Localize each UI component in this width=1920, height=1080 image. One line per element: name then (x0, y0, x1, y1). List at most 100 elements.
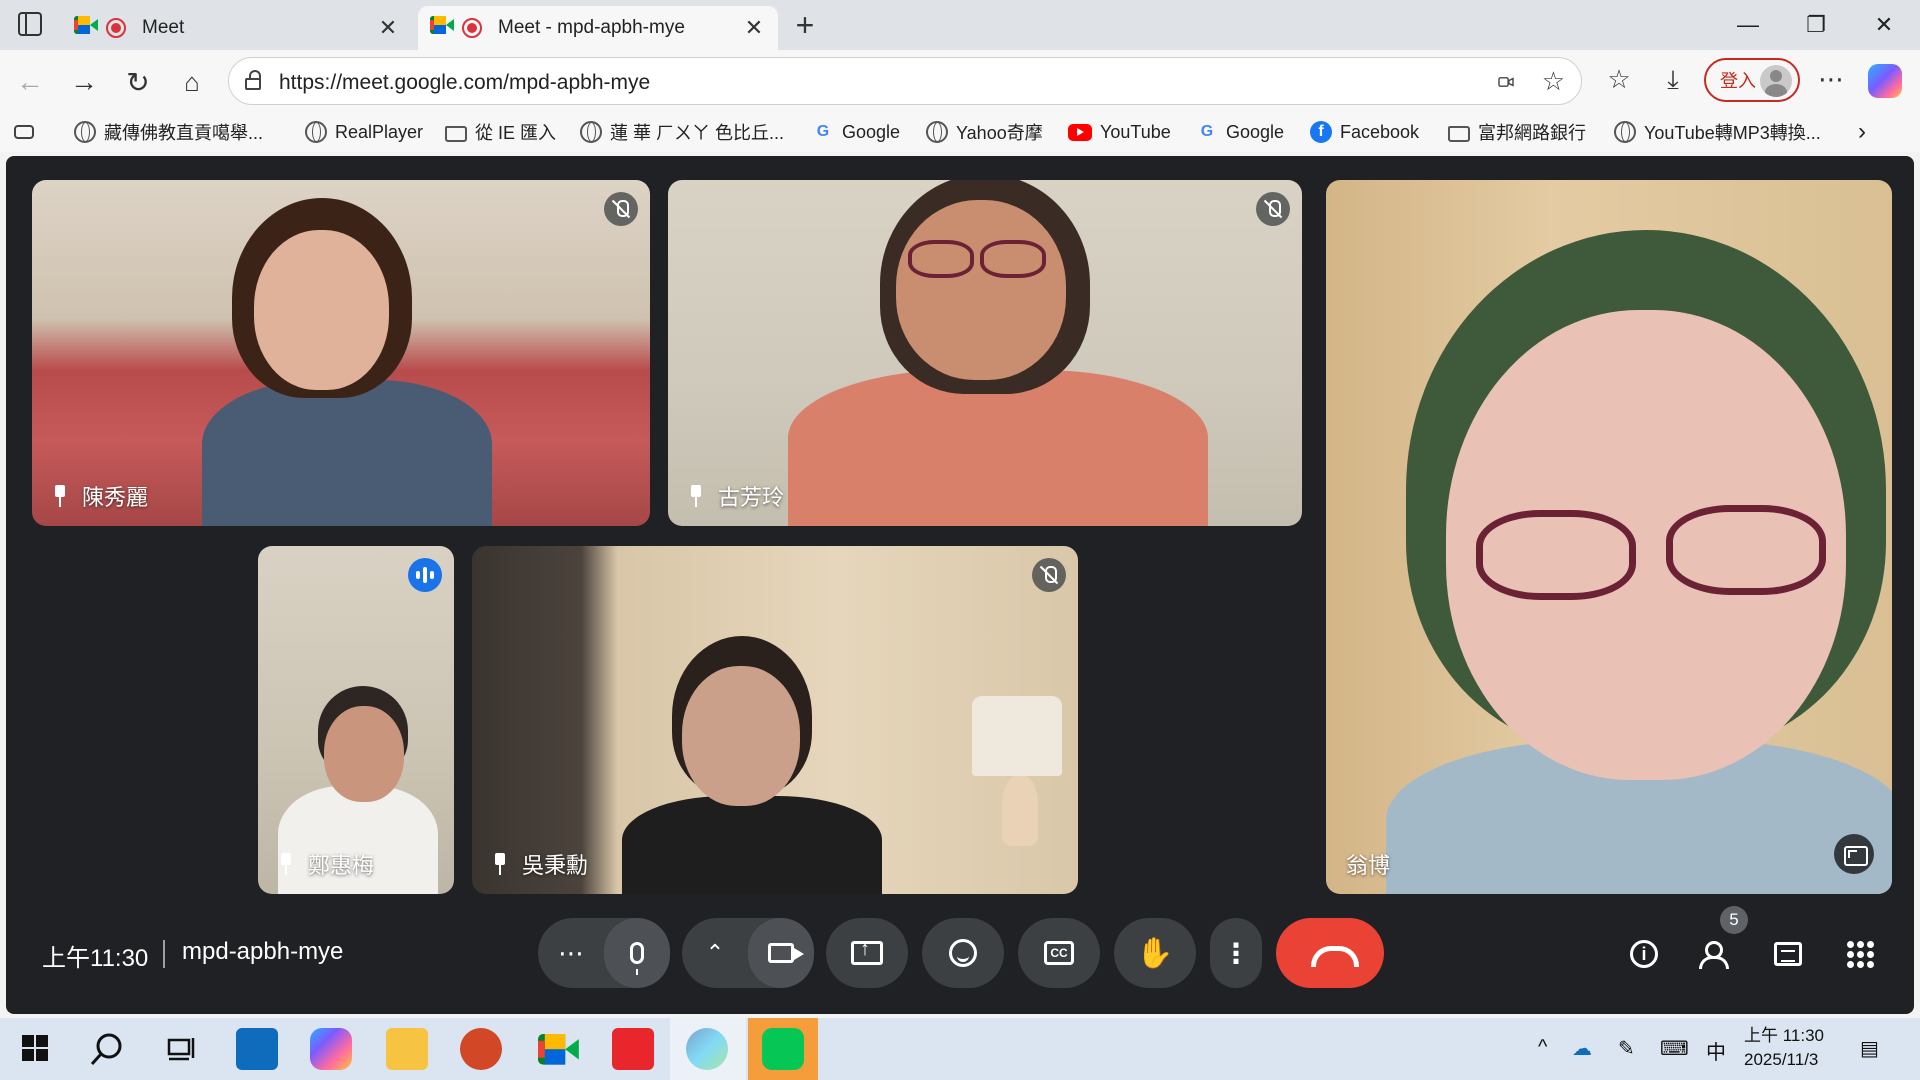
pin-icon[interactable] (52, 485, 68, 507)
bookmark-item[interactable]: G Google (1196, 118, 1284, 146)
lock-icon[interactable] (245, 70, 261, 90)
meeting-info-button[interactable]: i (1620, 930, 1668, 978)
address-bar[interactable]: https://meet.google.com/mpd-apbh-mye ☆ (228, 57, 1582, 105)
onedrive-icon[interactable]: ☁ (1572, 1036, 1592, 1061)
notifications-icon[interactable]: ▤ (1860, 1036, 1879, 1061)
more-options-button[interactable]: ⋮ (1210, 918, 1262, 988)
reactions-button[interactable] (922, 918, 1004, 988)
copilot-taskbar-icon[interactable] (310, 1028, 352, 1070)
google-meet-taskbar-icon[interactable] (536, 1028, 579, 1070)
raise-hand-icon: ✋ (1136, 936, 1174, 970)
close-tab-icon[interactable]: ✕ (742, 15, 766, 41)
refresh-button[interactable]: ↻ (118, 62, 158, 102)
pen-icon[interactable]: ✎ (1618, 1036, 1635, 1061)
globe-icon (580, 121, 602, 143)
back-button[interactable]: ← (10, 62, 50, 102)
meeting-code: mpd-apbh-mye (182, 938, 344, 965)
minimize-button[interactable]: — (1718, 8, 1778, 42)
bookmark-label: Facebook (1340, 121, 1420, 142)
participant-name: 鄭惠梅 (278, 848, 374, 880)
restore-button[interactable]: ❐ (1786, 8, 1846, 42)
video-options-button[interactable]: ⌃ (682, 918, 748, 988)
participant-tile[interactable]: 鄭惠梅 (258, 546, 454, 894)
audio-options-button[interactable]: ⋯ (538, 918, 604, 988)
globe-icon (74, 121, 96, 143)
bookmark-label: RealPlayer (335, 121, 424, 142)
camera-button[interactable] (748, 918, 814, 988)
keyboard-icon[interactable]: ⌨ (1660, 1036, 1689, 1061)
bookmark-item[interactable]: YouTube轉MP3轉換... (1614, 118, 1821, 146)
bookmark-item[interactable]: Yahoo奇摩 (926, 118, 1043, 146)
bookmark-folder[interactable]: 富邦網路銀行 (1448, 118, 1586, 146)
bookmark-item[interactable]: YouTube (1068, 118, 1171, 146)
bookmarks-overflow-chevron-icon[interactable]: › (1858, 118, 1866, 146)
favorite-star-icon[interactable]: ☆ (1542, 66, 1565, 97)
outlook-icon[interactable] (236, 1028, 278, 1070)
home-button[interactable]: ⌂ (172, 62, 212, 102)
fullscreen-icon[interactable] (1834, 834, 1874, 874)
powerpoint-icon[interactable] (460, 1028, 502, 1070)
camera-in-use-icon[interactable] (1495, 72, 1517, 92)
url-text[interactable]: https://meet.google.com/mpd-apbh-mye (279, 71, 650, 95)
search-icon[interactable] (86, 1028, 128, 1070)
bookmark-label: 藏傳佛教直貢噶舉... (104, 123, 264, 143)
captions-button[interactable]: CC (1018, 918, 1100, 988)
tab-meet[interactable]: Meet ✕ (62, 6, 412, 50)
pin-icon[interactable] (688, 485, 704, 507)
downloads-icon[interactable]: ⤓ (1656, 64, 1690, 96)
taskbar-clock[interactable]: 上午 11:30 2025/11/3 (1744, 1024, 1824, 1072)
more-vert-icon: ⋮ (1222, 937, 1250, 969)
tab-meet-active[interactable]: Meet - mpd-apbh-mye ✕ (418, 6, 778, 50)
bookmark-folder[interactable]: 從 IE 匯入 (445, 118, 556, 146)
close-tab-icon[interactable]: ✕ (376, 15, 400, 41)
people-button[interactable] (1692, 930, 1740, 978)
copilot-icon[interactable] (1868, 64, 1902, 98)
bookmark-item[interactable]: G Google (812, 118, 900, 146)
taskbar-date: 2025/11/3 (1744, 1050, 1819, 1069)
globe-icon (305, 121, 327, 143)
show-hidden-icons-chevron-icon[interactable]: ^ (1538, 1036, 1547, 1059)
participant-name-text: 吳秉勳 (522, 853, 589, 878)
more-menu-icon[interactable]: ⋯ (1814, 64, 1848, 95)
windows-start-icon[interactable] (22, 1035, 48, 1061)
activities-button[interactable] (1836, 930, 1884, 978)
pin-icon[interactable] (278, 853, 294, 875)
participant-name: 翁博 (1346, 848, 1390, 880)
bookmark-item[interactable]: 蓮 華 ㄏㄨㄚ 色比丘... (580, 118, 784, 146)
pin-icon[interactable] (492, 853, 508, 875)
file-explorer-icon[interactable] (386, 1028, 428, 1070)
present-button[interactable] (826, 918, 908, 988)
sidebar-toggle-icon[interactable] (18, 12, 42, 36)
microphone-button[interactable] (604, 918, 670, 988)
participant-tile[interactable]: 古芳玲 (668, 180, 1302, 526)
ime-indicator[interactable]: 中 (1706, 1036, 1726, 1065)
new-tab-button[interactable]: + (790, 8, 820, 42)
taskbar-time: 上午 11:30 (1744, 1026, 1825, 1045)
active-app-highlight (670, 1018, 746, 1080)
participant-count-badge: 5 (1720, 906, 1748, 934)
speaking-indicator-icon (408, 558, 442, 592)
participant-tile[interactable]: 翁博 (1326, 180, 1892, 894)
close-window-button[interactable]: ✕ (1854, 8, 1914, 42)
participant-tile[interactable]: 吳秉勳 (472, 546, 1078, 894)
bookmark-item[interactable]: RealPlayer (305, 118, 423, 146)
raise-hand-button[interactable]: ✋ (1114, 918, 1196, 988)
line-icon[interactable] (762, 1028, 804, 1070)
collections-icon[interactable] (14, 118, 42, 146)
wps-office-icon[interactable] (612, 1028, 654, 1070)
bookmark-item[interactable]: 藏傳佛教直貢噶舉... (74, 118, 263, 146)
signin-button[interactable]: 登入 (1704, 58, 1800, 102)
chat-button[interactable] (1764, 930, 1812, 978)
divider (163, 940, 165, 968)
bookmark-item[interactable]: f Facebook (1310, 118, 1419, 146)
video-figure (622, 796, 882, 894)
participant-tile[interactable]: 陳秀麗 (32, 180, 650, 526)
favorites-icon[interactable]: ☆ (1602, 64, 1636, 95)
task-view-icon[interactable] (160, 1028, 202, 1070)
windows-taskbar: ^ ☁ ✎ ⌨ 中 上午 11:30 2025/11/3 ▤ (0, 1018, 1920, 1080)
chevron-up-icon: ⌃ (705, 940, 725, 965)
leave-call-button[interactable] (1276, 918, 1384, 988)
chat-icon (1774, 942, 1802, 966)
forward-button[interactable]: → (64, 62, 104, 102)
video-figure (1476, 510, 1636, 600)
